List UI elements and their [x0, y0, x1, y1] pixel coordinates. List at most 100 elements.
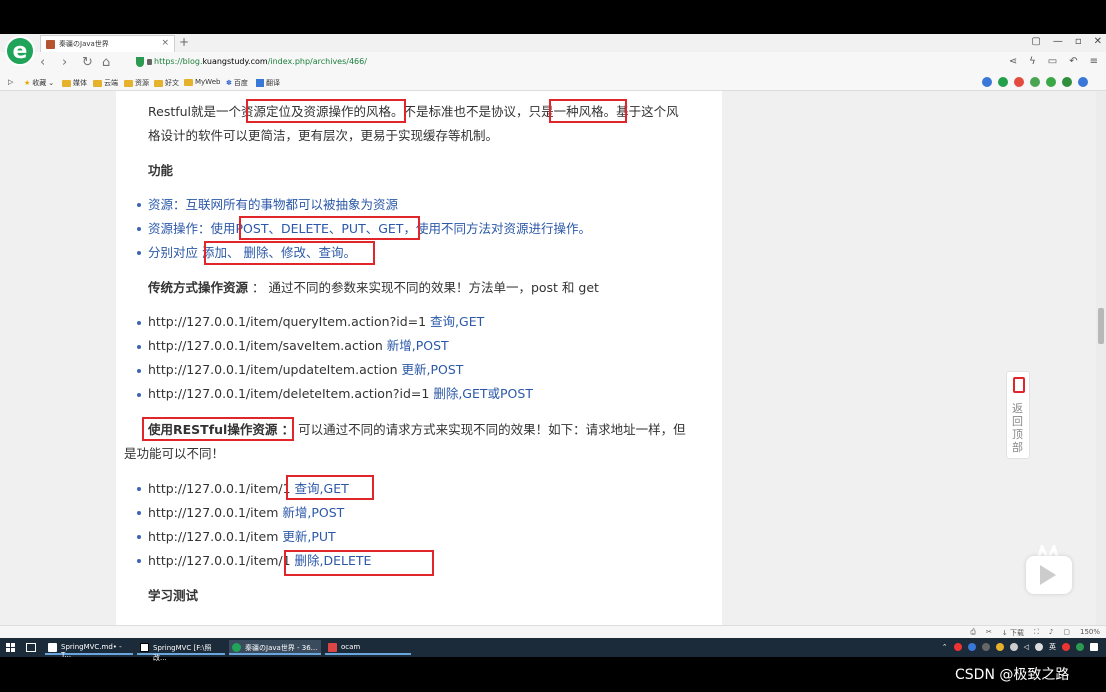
bookmark-favorites[interactable]: ★ 收藏 ⌄ — [24, 78, 54, 88]
tray-app-icon[interactable] — [1062, 643, 1070, 651]
windows-taskbar: SpringMVC.md• - T... SpringMVC [F:\照改...… — [0, 638, 1106, 662]
battery-icon[interactable]: ▭ — [1048, 56, 1057, 67]
scrollbar-thumb[interactable] — [1098, 308, 1104, 344]
taskbar-item-idea[interactable]: SpringMVC [F:\照改... — [137, 640, 225, 662]
bookmark-folder-resources[interactable]: 资源 — [124, 78, 149, 88]
annotation-box — [142, 417, 294, 441]
tray-app-icon[interactable] — [953, 643, 962, 651]
tray-app-icon[interactable] — [1009, 643, 1018, 651]
windows-start-icon[interactable] — [6, 643, 15, 652]
extension-icon[interactable] — [1062, 77, 1072, 87]
page-scrollbar[interactable] — [1096, 91, 1106, 638]
extension-icon[interactable] — [1046, 77, 1056, 87]
traditional-url-item: http://127.0.0.1/item/updateItem.action … — [148, 362, 464, 377]
taskbar-item-typora[interactable]: SpringMVC.md• - T... — [45, 640, 133, 659]
search-icon[interactable] — [1078, 77, 1088, 87]
screenshot-icon[interactable]: ⎙ — [970, 628, 976, 638]
system-tray: ⌃ ◁ 英 — [942, 642, 1098, 652]
home-icon[interactable]: ⌂ — [102, 55, 110, 70]
close-window-button[interactable]: ✕ — [1094, 36, 1102, 47]
folder-icon — [184, 78, 193, 86]
traditional-url-item: http://127.0.0.1/item/saveItem.action 新增… — [148, 338, 449, 353]
traditional-paragraph: 传统方式操作资源 ： 通过不同的参数来实现不同的效果！方法单一，post 和 g… — [148, 280, 599, 295]
video-play-button[interactable] — [1026, 556, 1072, 594]
tray-app-icon[interactable] — [1076, 643, 1084, 651]
url-path: /index.php/archives/466/ — [267, 57, 367, 66]
tools-icon[interactable]: ✂ — [986, 628, 992, 638]
minimize-button[interactable]: — — [1053, 36, 1063, 47]
list-bullet — [137, 227, 141, 231]
address-bar[interactable]: https://blog.kuangstudy.com/index.php/ar… — [132, 55, 992, 70]
back-to-top-button[interactable]: 返回顶部 — [1006, 371, 1030, 459]
restful-url-item: http://127.0.0.1/item 更新,PUT — [148, 529, 336, 544]
back-arrow-icon[interactable]: ‹ — [40, 55, 45, 70]
bookmark-translate[interactable]: 翻译 — [256, 78, 280, 88]
tab-close-icon[interactable]: × — [161, 38, 169, 48]
bookmark-folder-articles[interactable]: 好文 — [154, 78, 179, 88]
traditional-url-item: http://127.0.0.1/item/deleteItem.action?… — [148, 386, 533, 401]
tray-app-icon[interactable] — [967, 643, 976, 651]
idea-icon — [140, 643, 149, 652]
notification-icon[interactable] — [1090, 643, 1098, 651]
taskbar-item-browser[interactable]: 秦疆のJava世界 - 36... — [229, 640, 321, 655]
share-icon[interactable]: ⋖ — [1009, 56, 1017, 67]
article-content: Restful就是一个资源定位及资源操作的风格。不是标准也不是协议，只是一种风格… — [116, 91, 722, 638]
extension-icon[interactable] — [1030, 77, 1040, 87]
annotation-box — [239, 216, 420, 240]
list-bullet — [137, 487, 141, 491]
list-bullet — [137, 345, 141, 349]
tray-app-icon[interactable] — [995, 643, 1004, 651]
url-prefix: https://blog. — [154, 57, 203, 66]
forward-arrow-icon[interactable]: › — [62, 55, 67, 70]
list-bullet — [137, 511, 141, 515]
browser-logo-icon[interactable]: e — [5, 36, 35, 66]
annotation-box — [204, 241, 375, 265]
extension-icon[interactable] — [982, 77, 992, 87]
tray-expand-icon[interactable]: ⌃ — [942, 643, 948, 651]
extension-icon[interactable] — [1014, 77, 1024, 87]
bookmark-folder-myweb[interactable]: MyWeb — [184, 78, 220, 86]
address-bar-tools: ⋖ ϟ ▭ ↶ ≡ — [1009, 56, 1098, 67]
traditional-url-item: http://127.0.0.1/item/queryItem.action?i… — [148, 314, 485, 329]
paw-icon: ✽ — [226, 79, 232, 87]
star-icon: ★ — [24, 79, 31, 87]
menu-icon[interactable]: ≡ — [1090, 56, 1098, 67]
taskbar-item-ocam[interactable]: ocam — [325, 640, 411, 655]
undo-icon[interactable]: ↶ — [1069, 56, 1077, 67]
reload-icon[interactable]: ↻ — [82, 55, 93, 70]
volume-icon[interactable]: ◁ — [1024, 643, 1029, 651]
lightning-icon[interactable]: ϟ — [1029, 56, 1036, 67]
extension-icon[interactable] — [998, 77, 1008, 87]
bookmark-baidu[interactable]: ✽ 百度 — [226, 78, 248, 88]
new-tab-button[interactable]: + — [179, 35, 189, 49]
fullscreen-icon[interactable]: ⛶ — [1034, 628, 1039, 638]
bookmark-folder-cloud[interactable]: 云端 — [93, 78, 118, 88]
zoom-level[interactable]: 150% — [1080, 628, 1100, 638]
screen: e 秦疆のJava世界 × + ▢ — ▫ ✕ ‹ › ↻ ⌂ https://… — [0, 0, 1106, 692]
window-controls: ▢ — ▫ ✕ — [1031, 36, 1102, 47]
folder-icon — [124, 79, 133, 87]
folder-icon — [62, 79, 71, 87]
window-icon[interactable]: ▢ — [1063, 628, 1070, 638]
list-bullet — [137, 559, 141, 563]
bookmarks-toggle-icon[interactable]: ▷ — [8, 78, 13, 86]
ocam-icon — [328, 643, 337, 652]
skin-icon[interactable]: ▢ — [1031, 36, 1040, 47]
browser-tab[interactable]: 秦疆のJava世界 × — [40, 35, 175, 52]
annotation-box — [246, 99, 406, 123]
extensions-area — [982, 77, 1088, 87]
input-language[interactable]: 英 — [1049, 642, 1056, 652]
rocket-icon — [1013, 377, 1025, 393]
restore-button[interactable]: ▫ — [1075, 36, 1082, 47]
bookmark-folder-media[interactable]: 媒体 — [62, 78, 87, 88]
lock-icon — [147, 59, 152, 65]
network-icon[interactable] — [1035, 643, 1043, 651]
browser-icon — [232, 643, 241, 652]
download-button[interactable]: ↓ 下载 — [1002, 628, 1024, 638]
restful-url-item: http://127.0.0.1/item 新增,POST — [148, 505, 345, 520]
annotation-box — [284, 550, 434, 576]
sound-icon[interactable]: ♪ — [1049, 628, 1053, 638]
tray-app-icon[interactable] — [981, 643, 990, 651]
task-view-icon[interactable] — [26, 643, 36, 652]
list-bullet — [137, 321, 141, 325]
